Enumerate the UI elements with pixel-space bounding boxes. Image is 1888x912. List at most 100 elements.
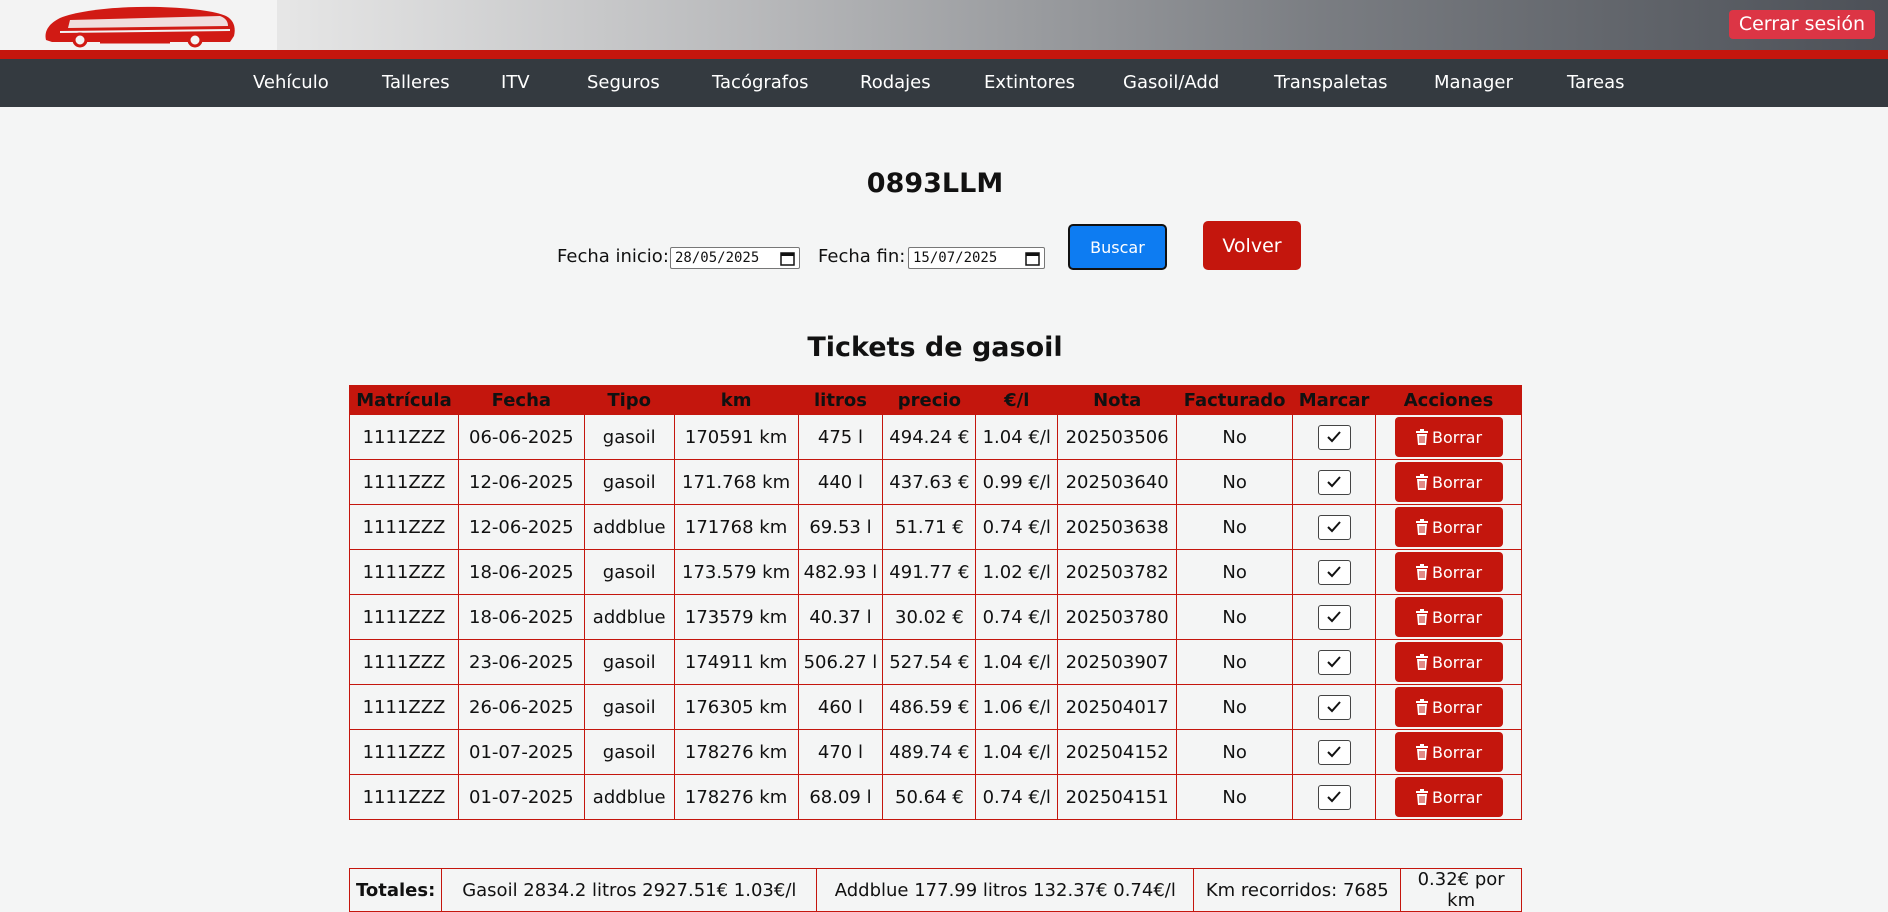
logout-button[interactable]: Cerrar sesión <box>1728 10 1875 39</box>
nav-item-gasoil-add[interactable]: Gasoil/Add <box>1123 59 1219 107</box>
actions-cell: Borrar <box>1375 639 1522 685</box>
check-icon <box>1326 745 1341 757</box>
plate-cell: 1111ZZZ <box>349 729 459 775</box>
price-cell: 491.77 € <box>882 549 977 595</box>
mark-cell <box>1292 729 1377 775</box>
mark-button[interactable] <box>1317 784 1351 810</box>
delete-button[interactable]: Borrar <box>1394 507 1503 547</box>
price-per-liter-cell: 1.04 €/l <box>975 729 1059 775</box>
mark-button[interactable] <box>1317 694 1351 720</box>
price-per-liter-cell: 1.02 €/l <box>975 549 1059 595</box>
delete-button-label: Borrar <box>1432 697 1483 717</box>
date-cell: 12-06-2025 <box>457 459 585 505</box>
note-cell: 202503640 <box>1057 459 1178 505</box>
type-cell: addblue <box>583 504 675 550</box>
nav-item-manager[interactable]: Manager <box>1434 59 1513 107</box>
date-cell: 18-06-2025 <box>457 549 585 595</box>
nav-item-itv[interactable]: ITV <box>501 59 530 107</box>
note-cell: 202503782 <box>1057 549 1178 595</box>
back-button[interactable]: Volver <box>1203 221 1301 270</box>
trash-icon <box>1416 699 1428 715</box>
delete-button[interactable]: Borrar <box>1394 597 1503 637</box>
price-cell: 486.59 € <box>882 684 977 730</box>
mark-button[interactable] <box>1317 424 1351 450</box>
check-icon <box>1326 565 1341 577</box>
billed-cell: No <box>1176 774 1294 820</box>
end-date-input[interactable]: 15/07/2025 <box>908 247 1045 269</box>
trash-icon <box>1416 654 1428 670</box>
billed-cell: No <box>1176 594 1294 640</box>
mark-button[interactable] <box>1317 469 1351 495</box>
note-cell: 202504017 <box>1057 684 1178 730</box>
delete-button[interactable]: Borrar <box>1394 552 1503 592</box>
company-logo[interactable] <box>0 0 277 50</box>
column-header: Fecha <box>457 385 585 415</box>
delete-button[interactable]: Borrar <box>1394 417 1503 457</box>
bus-logo-icon <box>45 6 235 48</box>
km-cell: 171.768 km <box>673 459 799 505</box>
start-date-input[interactable]: 28/05/2025 <box>670 247 800 269</box>
check-icon <box>1326 610 1341 622</box>
price-cell: 50.64 € <box>882 774 977 820</box>
calendar-icon[interactable] <box>780 251 795 266</box>
calendar-icon[interactable] <box>1025 251 1040 266</box>
nav-item-extintores[interactable]: Extintores <box>984 59 1075 107</box>
mark-button[interactable] <box>1317 559 1351 585</box>
nav-item-transpaletas[interactable]: Transpaletas <box>1274 59 1388 107</box>
nav-item-tacografos[interactable]: Tacógrafos <box>712 59 809 107</box>
trash-icon <box>1416 789 1428 805</box>
check-icon <box>1326 790 1341 802</box>
nav-item-tareas[interactable]: Tareas <box>1567 59 1625 107</box>
mark-button[interactable] <box>1317 604 1351 630</box>
mark-button[interactable] <box>1317 739 1351 765</box>
totals-km: Km recorridos: 7685 <box>1193 868 1402 912</box>
trash-icon <box>1416 519 1428 535</box>
plate-cell: 1111ZZZ <box>349 774 459 820</box>
plate-cell: 1111ZZZ <box>349 594 459 640</box>
liters-cell: 440 l <box>797 459 884 505</box>
table-header-row: Matrícula Fecha Tipo km litros precio €/… <box>349 385 1522 415</box>
type-cell: gasoil <box>583 414 675 460</box>
mark-button[interactable] <box>1317 649 1351 675</box>
billed-cell: No <box>1176 504 1294 550</box>
delete-button[interactable]: Borrar <box>1394 777 1503 817</box>
actions-cell: Borrar <box>1375 684 1522 730</box>
type-cell: gasoil <box>583 729 675 775</box>
nav-item-seguros[interactable]: Seguros <box>587 59 660 107</box>
note-cell: 202504152 <box>1057 729 1178 775</box>
km-cell: 174911 km <box>673 639 799 685</box>
page-title: 0893LLM <box>866 168 1004 199</box>
price-per-liter-cell: 0.74 €/l <box>975 774 1059 820</box>
km-cell: 173579 km <box>673 594 799 640</box>
check-icon <box>1326 475 1341 487</box>
delete-button[interactable]: Borrar <box>1394 687 1503 727</box>
nav-item-rodajes[interactable]: Rodajes <box>860 59 931 107</box>
billed-cell: No <box>1176 729 1294 775</box>
nav-item-vehiculo[interactable]: Vehículo <box>253 59 329 107</box>
table-row: 1111ZZZ 01-07-2025 gasoil 178276 km 470 l 489… <box>349 729 1522 775</box>
delete-button-label: Borrar <box>1432 427 1483 447</box>
end-date-label: Fecha fin: <box>818 246 906 267</box>
price-cell: 494.24 € <box>882 414 977 460</box>
mark-cell <box>1292 639 1377 685</box>
km-cell: 171768 km <box>673 504 799 550</box>
delete-button[interactable]: Borrar <box>1394 642 1503 682</box>
column-header: litros <box>797 385 884 415</box>
date-cell: 06-06-2025 <box>457 414 585 460</box>
search-button[interactable]: Buscar <box>1068 224 1167 270</box>
price-per-liter-cell: 1.06 €/l <box>975 684 1059 730</box>
billed-cell: No <box>1176 459 1294 505</box>
mark-button[interactable] <box>1317 514 1351 540</box>
check-icon <box>1326 430 1341 442</box>
note-cell: 202503638 <box>1057 504 1178 550</box>
totals-per-km: 0.32€ por km <box>1400 868 1522 912</box>
nav-item-talleres[interactable]: Talleres <box>382 59 450 107</box>
start-date-label: Fecha inicio: <box>557 246 669 267</box>
type-cell: addblue <box>583 594 675 640</box>
liters-cell: 460 l <box>797 684 884 730</box>
date-cell: 23-06-2025 <box>457 639 585 685</box>
delete-button[interactable]: Borrar <box>1394 462 1503 502</box>
delete-button[interactable]: Borrar <box>1394 732 1503 772</box>
end-date-value: 15/07/2025 <box>913 250 998 266</box>
billed-cell: No <box>1176 549 1294 595</box>
